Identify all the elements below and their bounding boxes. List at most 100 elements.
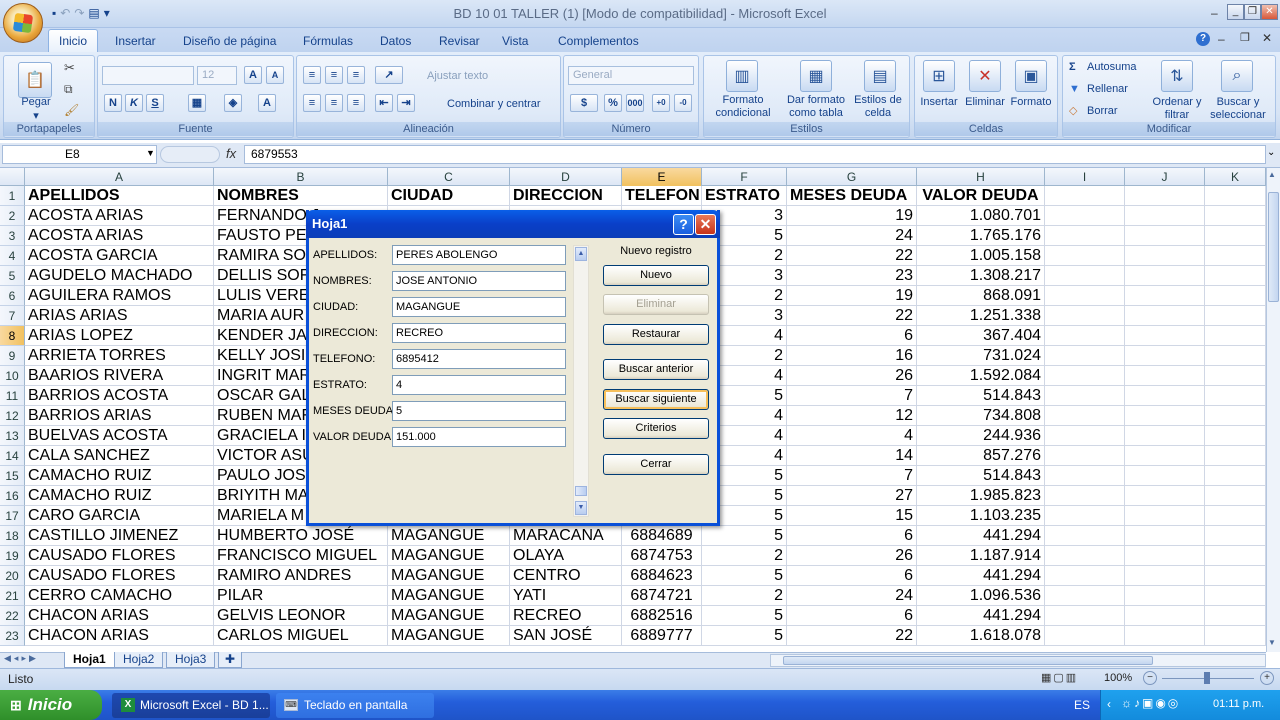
column-header-a[interactable]: A	[25, 168, 214, 186]
table-cell[interactable]: 734.808	[917, 406, 1045, 426]
table-cell[interactable]: CERRO CAMACHO	[25, 586, 214, 606]
table-cell[interactable]: 367.404	[917, 326, 1045, 346]
vertical-scrollbar[interactable]: ▲ ▼	[1266, 168, 1280, 652]
table-cell[interactable]	[1205, 366, 1266, 386]
table-cell[interactable]	[1045, 466, 1125, 486]
table-cell[interactable]	[1125, 566, 1205, 586]
table-cell[interactable]: 6882516	[622, 606, 702, 626]
table-cell[interactable]	[1125, 546, 1205, 566]
table-cell[interactable]: YATI	[510, 586, 622, 606]
table-cell[interactable]	[1045, 246, 1125, 266]
record-scrollbar[interactable]: ▲ ▼	[573, 245, 589, 517]
close-dialog-button[interactable]: Cerrar	[603, 454, 709, 475]
table-cell[interactable]	[1045, 346, 1125, 366]
row-header[interactable]: 11	[0, 386, 25, 406]
table-cell[interactable]	[1125, 586, 1205, 606]
table-cell[interactable]	[1125, 606, 1205, 626]
table-cell[interactable]: 514.843	[917, 466, 1045, 486]
table-cell[interactable]	[1205, 486, 1266, 506]
row-header[interactable]: 17	[0, 506, 25, 526]
table-cell[interactable]: 15	[787, 506, 917, 526]
table-cell[interactable]: CAMACHO RUIZ	[25, 466, 214, 486]
table-cell[interactable]	[1205, 406, 1266, 426]
row-header[interactable]: 13	[0, 426, 25, 446]
table-cell[interactable]: 1.985.823	[917, 486, 1045, 506]
table-cell[interactable]	[1045, 306, 1125, 326]
table-cell[interactable]	[1045, 506, 1125, 526]
row-header[interactable]: 21	[0, 586, 25, 606]
table-cell[interactable]	[1125, 266, 1205, 286]
table-cell[interactable]: 514.843	[917, 386, 1045, 406]
fill-icon[interactable]: ▼	[1069, 83, 1080, 96]
tab-revisar[interactable]: Revisar	[429, 32, 490, 52]
row-header[interactable]: 1	[0, 186, 25, 206]
table-cell[interactable]: CALA SANCHEZ	[25, 446, 214, 466]
table-cell[interactable]	[1205, 346, 1266, 366]
start-button[interactable]: ⊞ Inicio	[0, 690, 102, 720]
column-title-cell[interactable]	[1205, 186, 1266, 206]
column-title-cell[interactable]	[1125, 186, 1205, 206]
column-title-cell[interactable]: VALOR DEUDA	[917, 186, 1045, 206]
row-header[interactable]: 19	[0, 546, 25, 566]
sort-filter-icon[interactable]: ⇅	[1161, 60, 1193, 92]
insert-cells-icon[interactable]: ⊞	[923, 60, 955, 92]
delete-cells-icon[interactable]: ✕	[969, 60, 1001, 92]
table-cell[interactable]: 23	[787, 266, 917, 286]
table-cell[interactable]: 5	[702, 566, 787, 586]
table-cell[interactable]	[1045, 586, 1125, 606]
clear-icon[interactable]: ◇	[1069, 105, 1077, 118]
table-cell[interactable]: 22	[787, 306, 917, 326]
row-header[interactable]: 16	[0, 486, 25, 506]
row-header[interactable]: 20	[0, 566, 25, 586]
autosum-icon[interactable]: Σ	[1069, 61, 1076, 74]
field-input-meses-deuda[interactable]: 5	[392, 401, 566, 421]
column-header-k[interactable]: K	[1205, 168, 1266, 186]
copy-icon[interactable]: ⧉	[64, 82, 73, 97]
column-title-cell[interactable]: ESTRATO	[702, 186, 787, 206]
table-cell[interactable]: 6874721	[622, 586, 702, 606]
table-format-button[interactable]: Dar formato como tabla	[780, 94, 852, 120]
fill-button[interactable]: Rellenar	[1087, 83, 1128, 96]
column-header-e[interactable]: E	[622, 168, 702, 186]
sheet-tab-hoja2[interactable]: Hoja2	[114, 652, 164, 668]
table-cell[interactable]	[1045, 266, 1125, 286]
column-title-cell[interactable]: TELEFON	[622, 186, 702, 206]
table-cell[interactable]	[1045, 626, 1125, 646]
find-next-button[interactable]: Buscar siguiente	[603, 389, 709, 410]
row-header[interactable]: 3	[0, 226, 25, 246]
table-cell[interactable]: CHACON ARIAS	[25, 606, 214, 626]
table-cell[interactable]	[1205, 586, 1266, 606]
paste-button[interactable]: Pegar	[14, 96, 58, 109]
column-header-c[interactable]: C	[388, 168, 510, 186]
table-cell[interactable]: RAMIRO ANDRES	[214, 566, 388, 586]
office-button[interactable]	[3, 3, 43, 43]
restore-button-dialog[interactable]: Restaurar	[603, 324, 709, 345]
row-header[interactable]: 15	[0, 466, 25, 486]
row-header[interactable]: 6	[0, 286, 25, 306]
sheet-nav-icons[interactable]: ◀◂▸▶	[4, 653, 39, 664]
table-cell[interactable]	[1205, 446, 1266, 466]
table-cell[interactable]: 24	[787, 586, 917, 606]
table-cell[interactable]	[1045, 206, 1125, 226]
name-box-dropdown-icon[interactable]: ▼	[146, 148, 155, 158]
table-cell[interactable]	[1045, 326, 1125, 346]
table-cell[interactable]: AGUDELO MACHADO	[25, 266, 214, 286]
increase-indent-icon[interactable]: ⇥	[397, 94, 415, 112]
decrease-indent-icon[interactable]: ⇤	[375, 94, 393, 112]
table-cell[interactable]	[1125, 506, 1205, 526]
table-cell[interactable]: MAGANGUE	[388, 586, 510, 606]
paste-icon[interactable]: 📋	[18, 62, 52, 98]
find-prev-button[interactable]: Buscar anterior	[603, 359, 709, 380]
table-cell[interactable]: 7	[787, 386, 917, 406]
tray-icons[interactable]: ☼♪▣◉◎	[1121, 696, 1180, 710]
table-cell[interactable]: 441.294	[917, 526, 1045, 546]
table-cell[interactable]	[1205, 426, 1266, 446]
table-cell[interactable]	[1125, 486, 1205, 506]
font-size-combo[interactable]: 12	[197, 66, 237, 85]
row-header[interactable]: 23	[0, 626, 25, 646]
table-cell[interactable]	[1045, 446, 1125, 466]
clear-button[interactable]: Borrar	[1087, 105, 1118, 118]
workbook-restore-icon[interactable]: ❐	[1240, 31, 1250, 44]
table-cell[interactable]: 24	[787, 226, 917, 246]
table-cell[interactable]: 14	[787, 446, 917, 466]
